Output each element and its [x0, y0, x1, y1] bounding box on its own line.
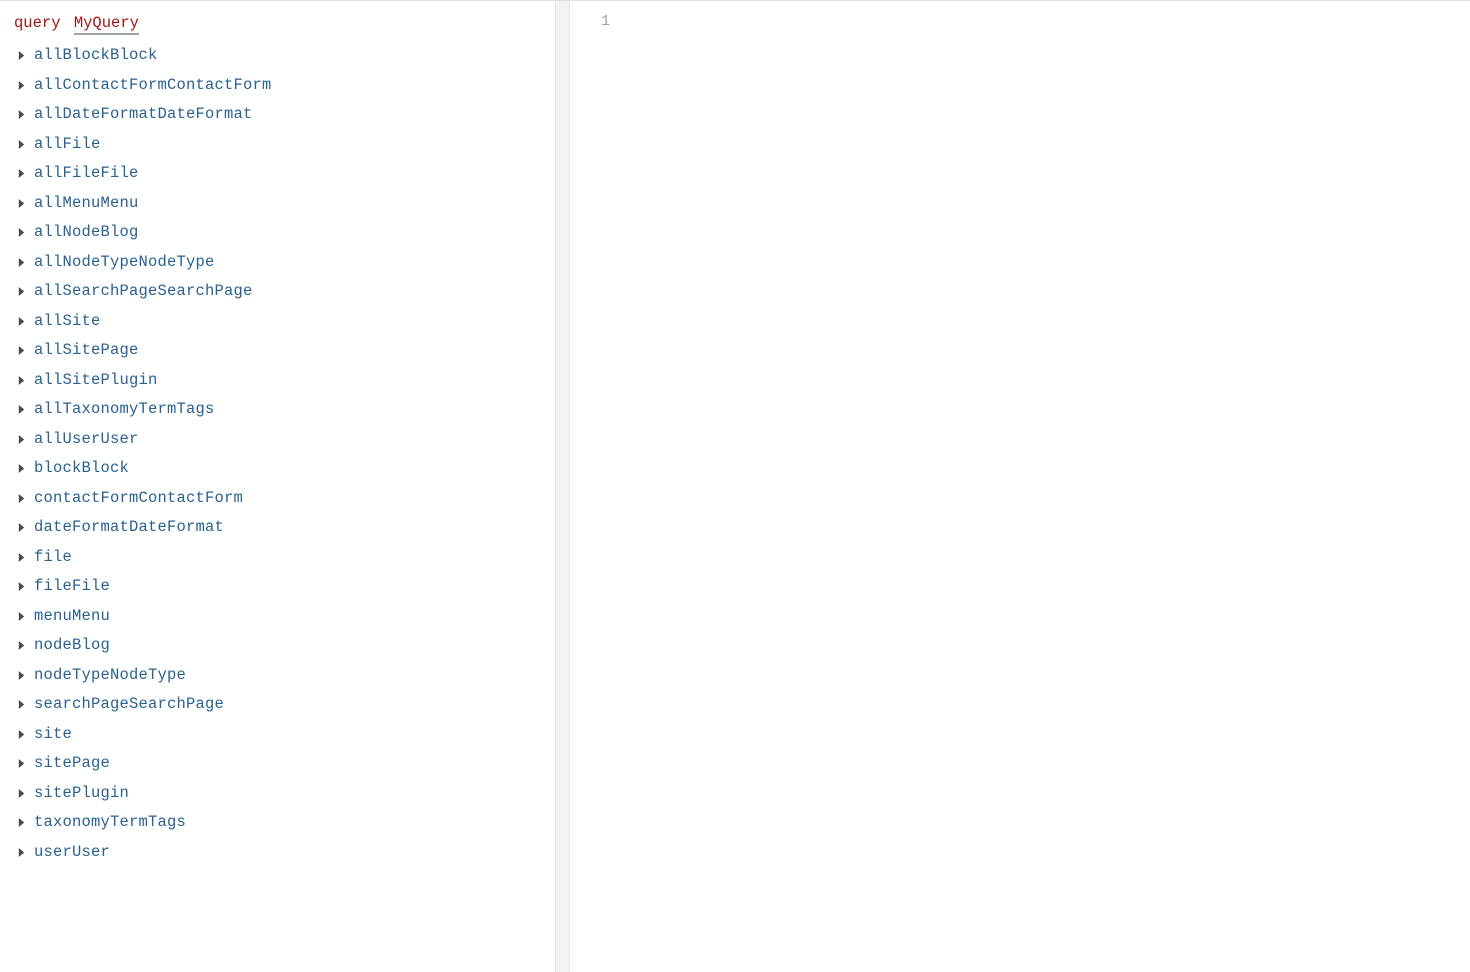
field-name[interactable]: allMenuMenu: [34, 189, 139, 219]
field-name[interactable]: allFile: [34, 130, 101, 160]
query-keyword: query: [14, 14, 61, 32]
tree-item[interactable]: allFileFile: [14, 159, 541, 189]
tree-item[interactable]: taxonomyTermTags: [14, 808, 541, 838]
tree-item[interactable]: allSitePage: [14, 336, 541, 366]
chevron-right-icon[interactable]: [14, 757, 28, 771]
code-area[interactable]: [620, 1, 1470, 972]
field-name[interactable]: contactFormContactForm: [34, 484, 243, 514]
tree-item[interactable]: allSitePlugin: [14, 366, 541, 396]
field-tree: allBlockBlockallContactFormContactFormal…: [14, 41, 541, 867]
field-name[interactable]: allSitePlugin: [34, 366, 158, 396]
chevron-right-icon[interactable]: [14, 285, 28, 299]
query-header: query MyQuery: [14, 11, 541, 35]
explorer-pane: query MyQuery allBlockBlockallContactFor…: [0, 1, 556, 972]
chevron-right-icon[interactable]: [14, 727, 28, 741]
field-name[interactable]: sitePage: [34, 749, 110, 779]
chevron-right-icon[interactable]: [14, 462, 28, 476]
field-name[interactable]: file: [34, 543, 72, 573]
chevron-right-icon[interactable]: [14, 521, 28, 535]
tree-item[interactable]: allSite: [14, 307, 541, 337]
tree-item[interactable]: allContactFormContactForm: [14, 71, 541, 101]
chevron-right-icon[interactable]: [14, 196, 28, 210]
field-name[interactable]: nodeBlog: [34, 631, 110, 661]
field-name[interactable]: allFileFile: [34, 159, 139, 189]
pane-separator[interactable]: [556, 1, 570, 972]
field-name[interactable]: fileFile: [34, 572, 110, 602]
tree-item[interactable]: allMenuMenu: [14, 189, 541, 219]
chevron-right-icon[interactable]: [14, 373, 28, 387]
field-name[interactable]: allSitePage: [34, 336, 139, 366]
field-name[interactable]: allNodeTypeNodeType: [34, 248, 215, 278]
field-name[interactable]: allBlockBlock: [34, 41, 158, 71]
field-name[interactable]: allNodeBlog: [34, 218, 139, 248]
field-name[interactable]: allDateFormatDateFormat: [34, 100, 253, 130]
tree-item[interactable]: searchPageSearchPage: [14, 690, 541, 720]
chevron-right-icon[interactable]: [14, 668, 28, 682]
tree-item[interactable]: blockBlock: [14, 454, 541, 484]
field-name[interactable]: allUserUser: [34, 425, 139, 455]
chevron-right-icon[interactable]: [14, 698, 28, 712]
tree-item[interactable]: allSearchPageSearchPage: [14, 277, 541, 307]
tree-item[interactable]: contactFormContactForm: [14, 484, 541, 514]
chevron-right-icon[interactable]: [14, 314, 28, 328]
tree-item[interactable]: allBlockBlock: [14, 41, 541, 71]
chevron-right-icon[interactable]: [14, 432, 28, 446]
tree-item[interactable]: nodeTypeNodeType: [14, 661, 541, 691]
field-name[interactable]: searchPageSearchPage: [34, 690, 224, 720]
chevron-right-icon[interactable]: [14, 786, 28, 800]
tree-item[interactable]: site: [14, 720, 541, 750]
field-name[interactable]: allTaxonomyTermTags: [34, 395, 215, 425]
field-name[interactable]: nodeTypeNodeType: [34, 661, 186, 691]
chevron-right-icon[interactable]: [14, 49, 28, 63]
chevron-right-icon[interactable]: [14, 491, 28, 505]
tree-item[interactable]: sitePage: [14, 749, 541, 779]
tree-item[interactable]: sitePlugin: [14, 779, 541, 809]
line-number: 1: [570, 9, 610, 35]
field-name[interactable]: menuMenu: [34, 602, 110, 632]
tree-item[interactable]: allDateFormatDateFormat: [14, 100, 541, 130]
field-name[interactable]: allSite: [34, 307, 101, 337]
chevron-right-icon[interactable]: [14, 255, 28, 269]
tree-item[interactable]: menuMenu: [14, 602, 541, 632]
field-name[interactable]: userUser: [34, 838, 110, 868]
field-name[interactable]: blockBlock: [34, 454, 129, 484]
editor-pane: 1: [570, 1, 1470, 972]
field-name[interactable]: site: [34, 720, 72, 750]
tree-item[interactable]: allFile: [14, 130, 541, 160]
chevron-right-icon[interactable]: [14, 550, 28, 564]
tree-item[interactable]: nodeBlog: [14, 631, 541, 661]
query-name[interactable]: MyQuery: [74, 14, 139, 35]
field-name[interactable]: allSearchPageSearchPage: [34, 277, 253, 307]
chevron-right-icon[interactable]: [14, 609, 28, 623]
tree-item[interactable]: file: [14, 543, 541, 573]
chevron-right-icon[interactable]: [14, 403, 28, 417]
chevron-right-icon[interactable]: [14, 137, 28, 151]
tree-item[interactable]: allTaxonomyTermTags: [14, 395, 541, 425]
tree-item[interactable]: fileFile: [14, 572, 541, 602]
field-name[interactable]: sitePlugin: [34, 779, 129, 809]
field-name[interactable]: taxonomyTermTags: [34, 808, 186, 838]
chevron-right-icon[interactable]: [14, 167, 28, 181]
chevron-right-icon[interactable]: [14, 639, 28, 653]
chevron-right-icon[interactable]: [14, 845, 28, 859]
chevron-right-icon[interactable]: [14, 344, 28, 358]
tree-item[interactable]: allUserUser: [14, 425, 541, 455]
app-container: query MyQuery allBlockBlockallContactFor…: [0, 0, 1470, 972]
chevron-right-icon[interactable]: [14, 226, 28, 240]
chevron-right-icon[interactable]: [14, 78, 28, 92]
chevron-right-icon[interactable]: [14, 580, 28, 594]
chevron-right-icon[interactable]: [14, 108, 28, 122]
tree-item[interactable]: userUser: [14, 838, 541, 868]
chevron-right-icon[interactable]: [14, 816, 28, 830]
field-name[interactable]: allContactFormContactForm: [34, 71, 272, 101]
field-name[interactable]: dateFormatDateFormat: [34, 513, 224, 543]
tree-item[interactable]: dateFormatDateFormat: [14, 513, 541, 543]
tree-item[interactable]: allNodeTypeNodeType: [14, 248, 541, 278]
line-gutter: 1: [570, 1, 620, 972]
tree-item[interactable]: allNodeBlog: [14, 218, 541, 248]
